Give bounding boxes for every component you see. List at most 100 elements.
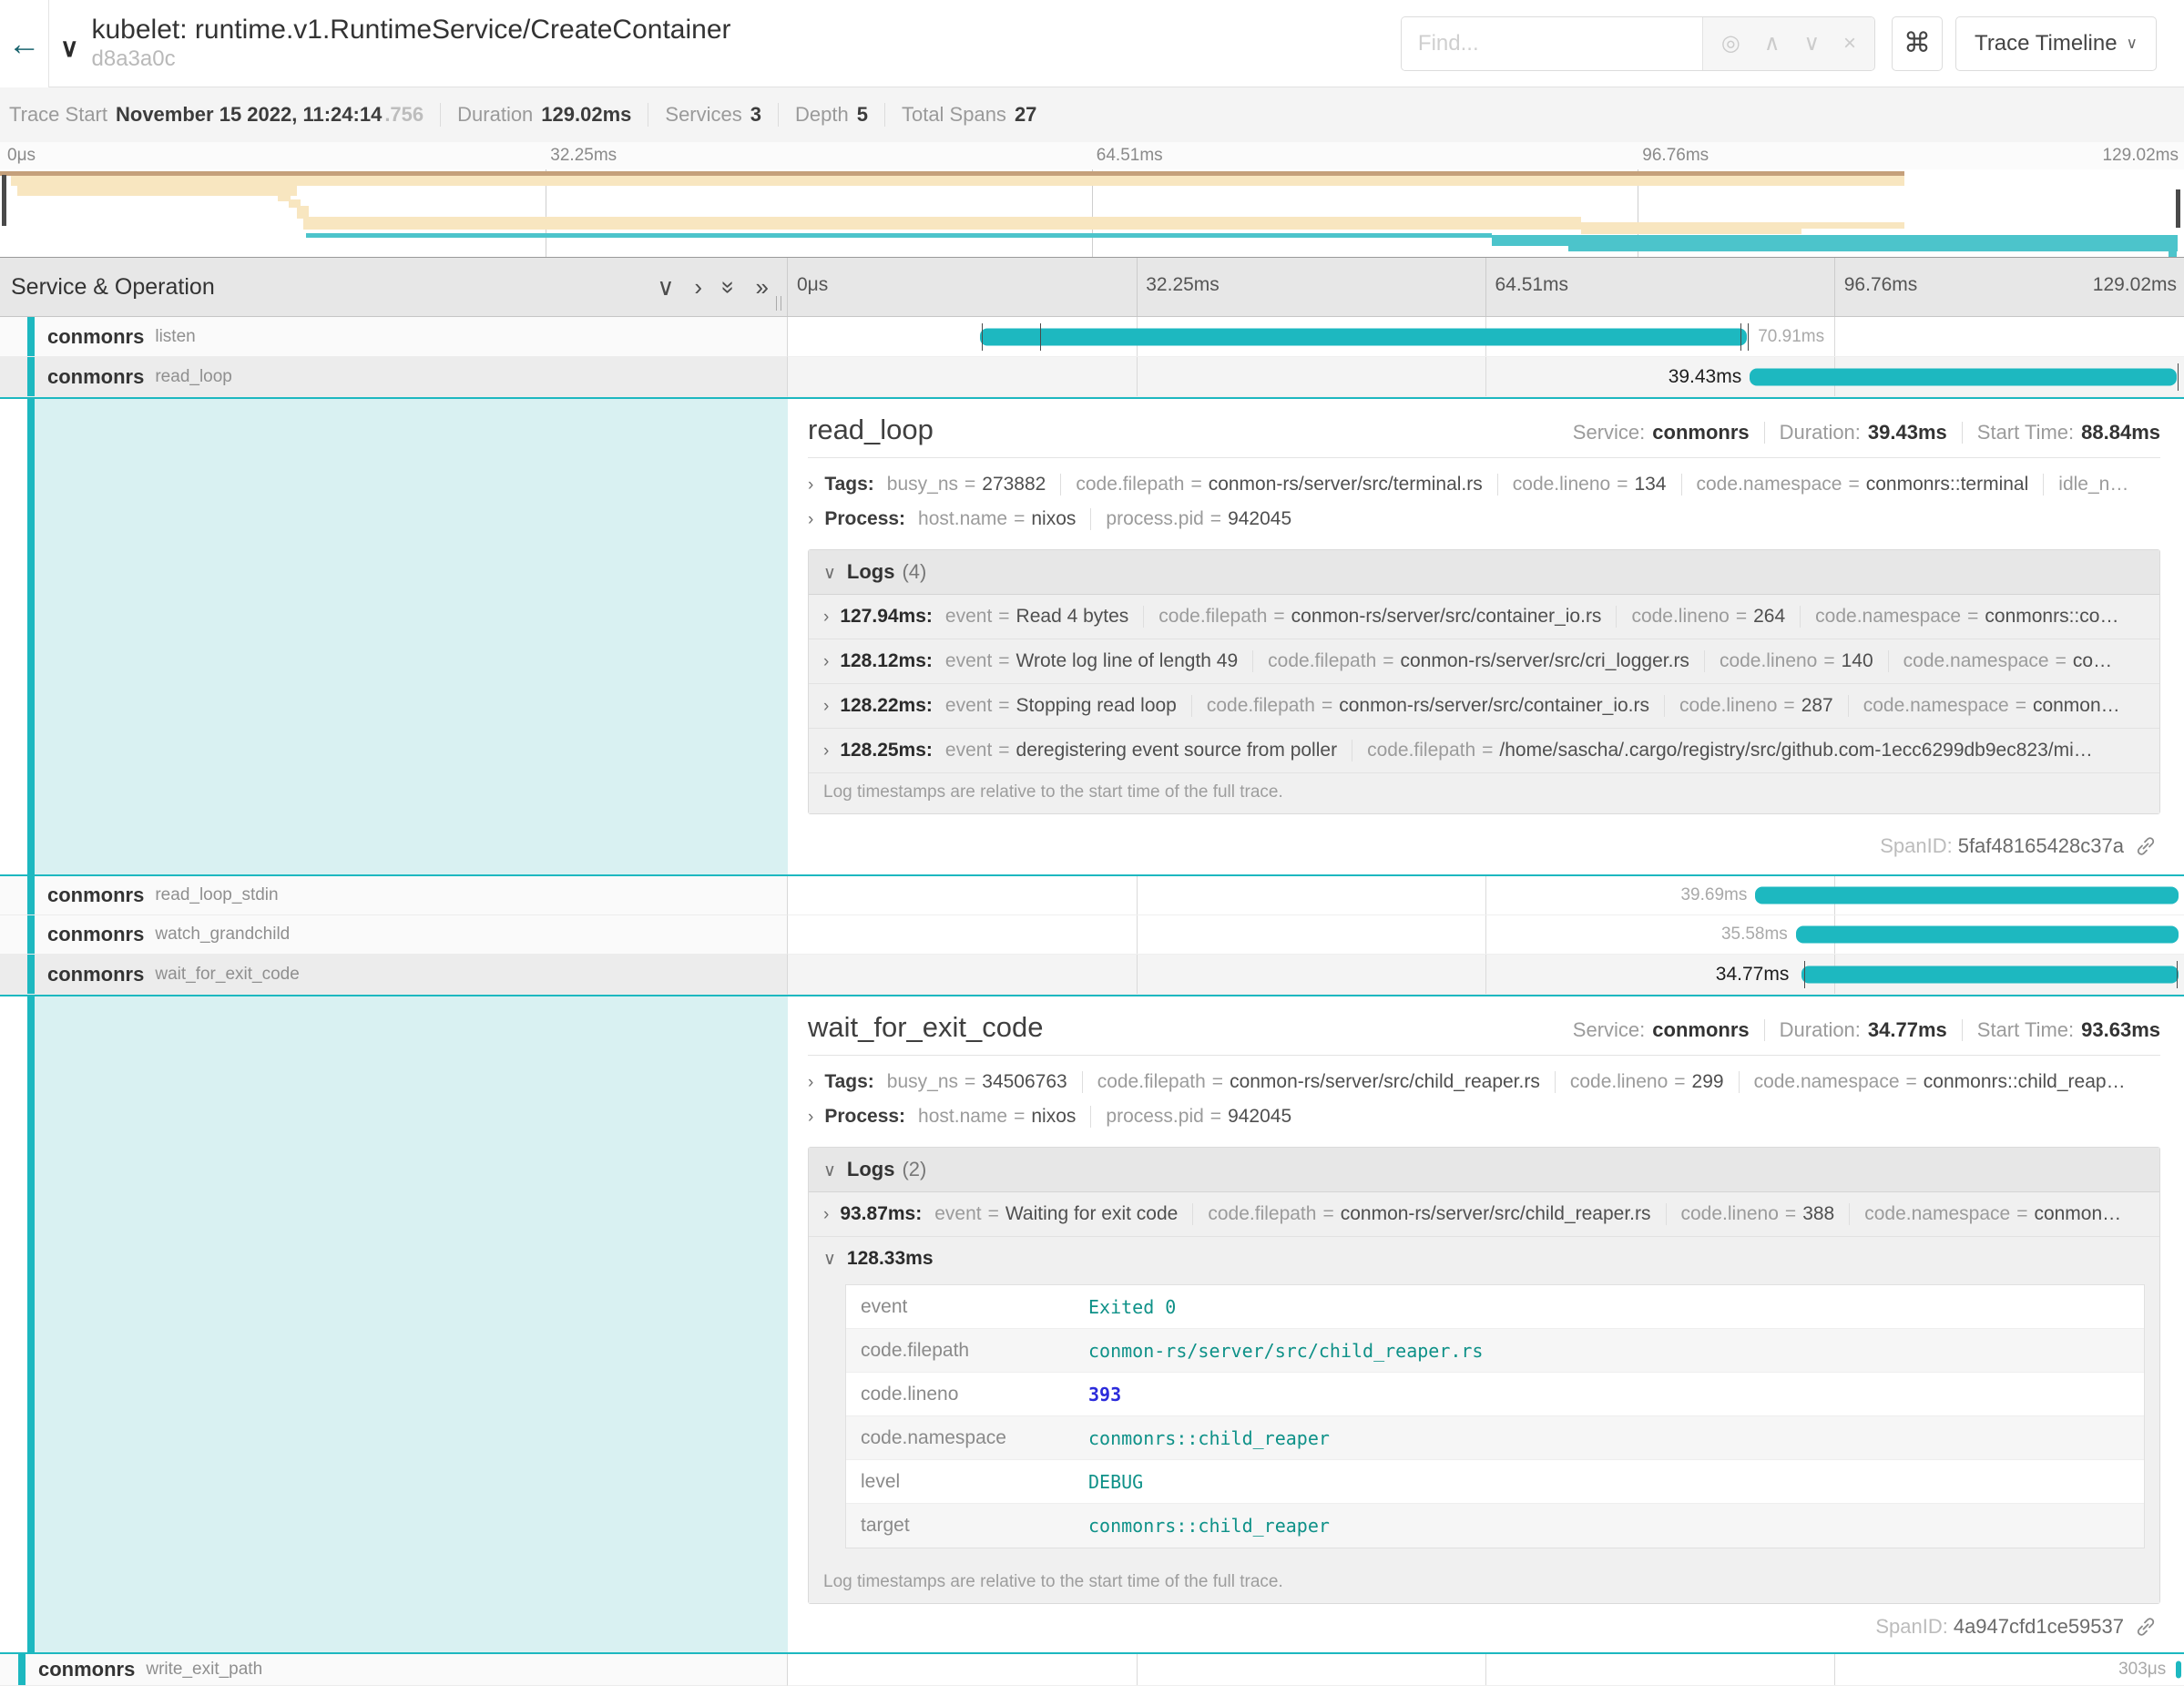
logs-section: ∨ Logs (4) › 127.94ms: event=Read 4 byte… [808,549,2160,814]
trace-depth: Depth 5 [795,103,868,127]
minimap-tick: 0μs [7,146,36,166]
link-icon[interactable] [2135,1616,2157,1638]
link-icon[interactable] [2135,835,2157,857]
tags-row[interactable]: › Tags: busy_ns=34506763 code.filepath=c… [808,1065,2160,1099]
log-marker [1740,323,1741,351]
minimap-span-bar [1801,222,1904,229]
find-group: ◎ ∧ ∨ × [1401,16,1875,71]
log-field-row: event Exited 0 [846,1285,2144,1329]
logs-header[interactable]: ∨ Logs (2) [809,1148,2159,1192]
operation-name: watch_grandchild [155,925,290,945]
minimap-span-bar [11,176,1904,186]
span-row-write-exit-path[interactable]: conmonrs write_exit_path 303μs [0,1654,2184,1686]
log-field-row: code.filepath conmon-rs/server/src/child… [846,1329,2144,1373]
timeline-axis: 0μs 32.25ms 64.51ms 96.76ms 129.02ms [788,258,2184,316]
trace-collapse-icon[interactable]: ∨ [60,33,79,63]
span-duration-label: 70.91ms [1750,327,1824,347]
log-field-row: level DEBUG [846,1460,2144,1504]
span-row-wait-for-exit-code[interactable]: conmonrs wait_for_exit_code 34.77ms [0,955,2184,995]
logs-header[interactable]: ∨ Logs (4) [809,550,2159,595]
span-bar[interactable] [1755,887,2178,904]
axis-tick: 32.25ms [1146,274,1220,296]
expand-icon: › [823,652,829,672]
command-icon: ⌘ [1903,28,1931,58]
expand-icon: › [808,475,813,496]
span-id-row: SpanID: 4a947cfd1ce59537 [808,1604,2160,1646]
collapse-one-icon[interactable]: ∨ [657,273,674,301]
span-row-watch-grandchild[interactable]: conmonrs watch_grandchild 35.58ms [0,915,2184,955]
find-next-icon[interactable]: ∨ [1803,30,1820,56]
span-bar[interactable] [1801,966,2179,983]
collapse-icon: ∨ [823,563,836,584]
find-match-icon[interactable]: ◎ [1721,30,1740,56]
log-entry[interactable]: › 128.22ms: event=Stopping read loop cod… [809,684,2159,729]
find-clear-icon[interactable]: × [1843,31,1856,56]
minimap-span-bar [306,233,1492,238]
log-entry[interactable]: › 127.94ms: event=Read 4 bytes code.file… [809,595,2159,639]
service-name: conmonrs [38,1658,135,1681]
span-id-value: 4a947cfd1ce59537 [1954,1615,2124,1639]
trace-title: kubelet: runtime.v1.RuntimeService/Creat… [92,15,731,46]
log-marker [982,323,983,351]
axis-tick: 64.51ms [1495,274,1569,296]
span-detail-title: read_loop [808,414,934,446]
find-prev-icon[interactable]: ∧ [1764,30,1781,56]
logs-section: ∨ Logs (2) › 93.87ms: event=Waiting for … [808,1147,2160,1604]
span-duration-label: 39.43ms [1669,366,1750,388]
service-name: conmonrs [47,365,144,389]
trace-title-block: kubelet: runtime.v1.RuntimeService/Creat… [92,15,731,71]
operation-name: write_exit_path [146,1660,262,1680]
span-duration-label: 34.77ms [1716,964,1798,986]
minimap-tick: 129.02ms [2103,146,2179,166]
expand-icon: › [823,608,829,628]
log-entry-expanded[interactable]: ∨ 128.33ms [809,1237,2159,1281]
span-detail-title: wait_for_exit_code [808,1011,1044,1044]
column-resizer-handle[interactable] [776,296,781,311]
span-duration-label: 35.58ms [1721,925,1796,945]
expand-icon: › [823,1205,829,1225]
axis-tick: 96.76ms [1844,274,1918,296]
trace-duration: Duration 129.02ms [457,103,631,127]
span-id-row: SpanID: 5faf48165428c37a [808,823,2160,865]
operation-name: read_loop_stdin [155,885,278,905]
process-row[interactable]: › Process: host.name=nixos process.pid=9… [808,502,2160,536]
view-selector-button[interactable]: Trace Timeline ∨ [1955,16,2157,71]
span-bar[interactable] [2176,1661,2181,1679]
expand-icon: › [808,1108,813,1128]
operation-name: wait_for_exit_code [155,965,299,985]
process-row[interactable]: › Process: host.name=nixos process.pid=9… [808,1099,2160,1134]
service-name: conmonrs [47,963,144,986]
collapse-icon: ∨ [823,1249,836,1270]
operation-name: read_loop [155,367,232,387]
span-bar[interactable] [980,328,1747,345]
log-field-row: target conmonrs::child_reaper [846,1504,2144,1548]
log-entry[interactable]: › 128.25ms: event=deregistering event so… [809,729,2159,773]
find-input[interactable] [1402,17,1702,70]
minimap-tick: 64.51ms [1097,146,1163,166]
log-entry[interactable]: › 128.12ms: event=Wrote log line of leng… [809,639,2159,684]
log-entry[interactable]: › 93.87ms: event=Waiting for exit code c… [809,1192,2159,1237]
trace-summary-bar: Trace Start November 15 2022, 11:24:14.7… [0,87,2184,142]
view-selector-label: Trace Timeline [1975,31,2118,56]
span-bar[interactable] [1750,368,2177,385]
service-name: conmonrs [47,923,144,946]
span-row-listen[interactable]: conmonrs listen 70.91ms [0,317,2184,357]
minimap-right-handle[interactable] [2176,189,2180,228]
detail-service: conmonrs [1652,1018,1749,1042]
span-duration-label: 39.69ms [1680,885,1755,905]
span-row-read-loop[interactable]: conmonrs read_loop 39.43ms [0,357,2184,397]
span-detail-read-loop: read_loop Service:conmonrs Duration:39.4… [0,397,2184,876]
operation-name: listen [155,327,195,347]
minimap[interactable] [0,169,2184,258]
back-button[interactable]: ← [0,0,49,87]
minimap-left-handle[interactable] [2,175,6,226]
expand-one-icon[interactable]: › [694,273,702,301]
expand-all-icon[interactable]: » [756,273,769,301]
log-marker [2178,363,2179,391]
collapse-all-icon[interactable]: » [715,281,743,293]
axis-tick: 129.02ms [2093,274,2177,296]
keyboard-shortcuts-button[interactable]: ⌘ [1892,16,1943,71]
span-bar[interactable] [1796,926,2179,944]
tags-row[interactable]: › Tags: busy_ns=273882 code.filepath=con… [808,467,2160,502]
span-row-read-loop-stdin[interactable]: conmonrs read_loop_stdin 39.69ms [0,876,2184,915]
